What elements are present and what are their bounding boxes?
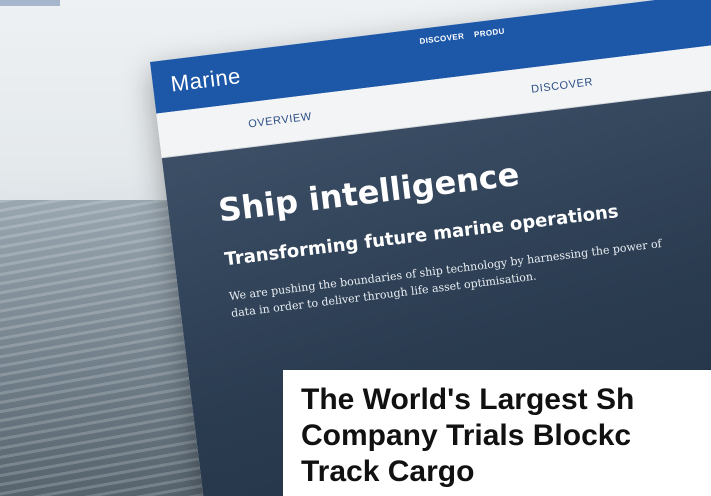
sub-nav-discover[interactable]: DISCOVER	[530, 76, 593, 95]
headline-line-3: Track Cargo	[301, 455, 475, 488]
headline-line-1: The World's Largest Sh	[301, 383, 635, 416]
top-nav: DISCOVER PRODU	[419, 27, 505, 46]
top-nav-discover[interactable]: DISCOVER	[419, 32, 465, 46]
top-nav-products[interactable]: PRODU	[474, 27, 506, 40]
sub-nav-overview[interactable]: OVERVIEW	[248, 111, 313, 131]
news-headline-card: The World's Largest Sh Company Trials Bl…	[283, 370, 711, 496]
headline-line-2: Company Trials Blockc	[301, 419, 632, 452]
background-blue-strip	[0, 0, 60, 6]
photo-stage: Marine DISCOVER PRODU OVERVIEW DISCOVER …	[0, 0, 711, 496]
site-brand[interactable]: Marine	[169, 63, 242, 97]
